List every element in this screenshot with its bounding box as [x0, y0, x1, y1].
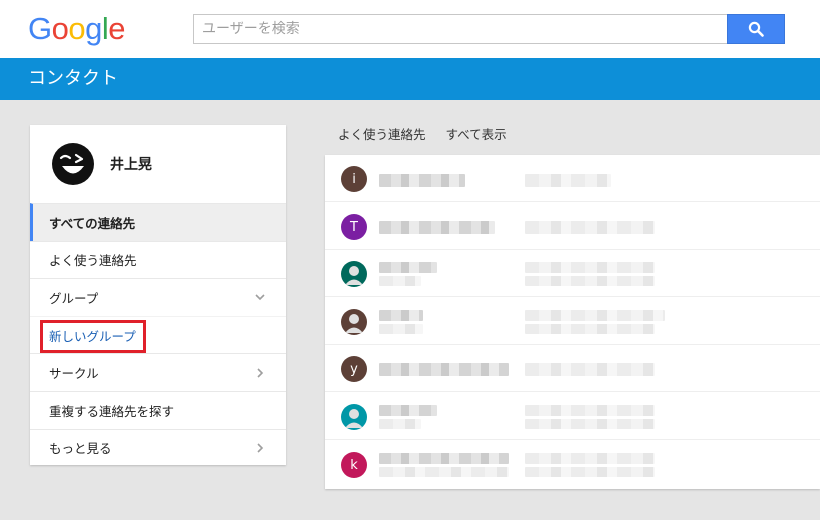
list-item[interactable] — [325, 298, 820, 345]
sidebar-item-more[interactable]: もっと見る — [30, 428, 286, 467]
contacts-list: i T y k — [325, 155, 820, 489]
redacted-name — [379, 262, 437, 273]
avatar — [341, 309, 367, 335]
redacted-email — [525, 174, 611, 187]
list-item[interactable]: k — [325, 441, 820, 488]
avatar: k — [341, 452, 367, 478]
redacted-email-2 — [525, 419, 655, 429]
chevron-right-icon — [257, 443, 264, 453]
top-header: Google — [0, 0, 820, 58]
redacted-name-2 — [379, 467, 509, 477]
sidebar-item-find-duplicates[interactable]: 重複する連絡先を探す — [30, 390, 286, 429]
redacted-name-2 — [379, 276, 421, 286]
tab-frequent[interactable]: よく使う連絡先 — [338, 127, 426, 142]
redacted-email — [525, 310, 665, 321]
sidebar-item-all-contacts[interactable]: すべての連絡先 — [30, 203, 286, 241]
avatar: T — [341, 214, 367, 240]
redacted-email — [525, 262, 655, 273]
redacted-name-2 — [379, 419, 421, 429]
sidebar-item-label: すべての連絡先 — [49, 215, 136, 231]
redacted-email-2 — [525, 467, 655, 477]
search-input[interactable] — [193, 14, 727, 44]
avatar: i — [341, 166, 367, 192]
sidebar-nav: すべての連絡先 よく使う連絡先 グループ 新しいグループ サークル 重複する連絡… — [30, 203, 286, 466]
redacted-name — [379, 453, 509, 464]
contacts-tabs: よく使う連絡先 すべて表示 — [338, 124, 527, 143]
search-icon — [748, 21, 764, 37]
logo-letter-o2: o — [68, 11, 86, 46]
redacted-name — [379, 174, 465, 187]
app-title: コンタクト — [28, 68, 118, 89]
sidebar-item-label: サークル — [49, 366, 99, 382]
sidebar-item-new-group[interactable]: 新しいグループ — [30, 315, 286, 354]
redacted-email-2 — [525, 324, 655, 334]
list-item[interactable]: T — [325, 203, 820, 250]
logo-letter-e: e — [108, 11, 126, 46]
profile-section: 井上晃 — [30, 125, 286, 203]
redacted-email-2 — [525, 276, 655, 286]
redacted-email — [525, 363, 655, 376]
avatar[interactable] — [52, 143, 94, 185]
sidebar-item-circles[interactable]: サークル — [30, 353, 286, 391]
sidebar-item-label: 重複する連絡先を探す — [49, 403, 175, 419]
chevron-down-icon — [255, 294, 265, 301]
redacted-name — [379, 310, 423, 321]
sidebar-card: 井上晃 すべての連絡先 よく使う連絡先 グループ 新しいグループ サークル 重複… — [30, 125, 286, 465]
logo-letter-g: G — [28, 11, 52, 46]
profile-name: 井上晃 — [110, 157, 152, 173]
avatar — [341, 261, 367, 287]
sidebar-item-label: もっと見る — [49, 441, 112, 457]
list-item[interactable] — [325, 250, 820, 297]
sidebar-item-groups[interactable]: グループ — [30, 278, 286, 316]
search-button[interactable] — [727, 14, 785, 44]
app-bar: コンタクト — [0, 58, 820, 100]
redacted-email — [525, 221, 655, 234]
redacted-name — [379, 405, 437, 416]
chevron-right-icon — [257, 368, 264, 378]
redacted-name — [379, 363, 509, 376]
avatar — [341, 404, 367, 430]
redacted-name — [379, 221, 495, 234]
list-item[interactable]: y — [325, 345, 820, 392]
sidebar-item-label: 新しいグループ — [49, 328, 136, 344]
redacted-name-2 — [379, 324, 423, 334]
search-bar — [193, 14, 785, 44]
google-logo[interactable]: Google — [28, 11, 126, 47]
logo-letter-g2: g — [85, 11, 102, 46]
sidebar-item-frequent[interactable]: よく使う連絡先 — [30, 240, 286, 279]
sidebar-item-label: よく使う連絡先 — [49, 253, 137, 269]
sidebar-item-label: グループ — [49, 290, 99, 306]
list-item[interactable] — [325, 393, 820, 440]
list-item[interactable]: i — [325, 155, 820, 202]
tab-show-all[interactable]: すべて表示 — [446, 127, 507, 142]
redacted-email — [525, 453, 655, 464]
avatar: y — [341, 356, 367, 382]
logo-letter-o1: o — [51, 11, 69, 46]
redacted-email — [525, 405, 655, 416]
